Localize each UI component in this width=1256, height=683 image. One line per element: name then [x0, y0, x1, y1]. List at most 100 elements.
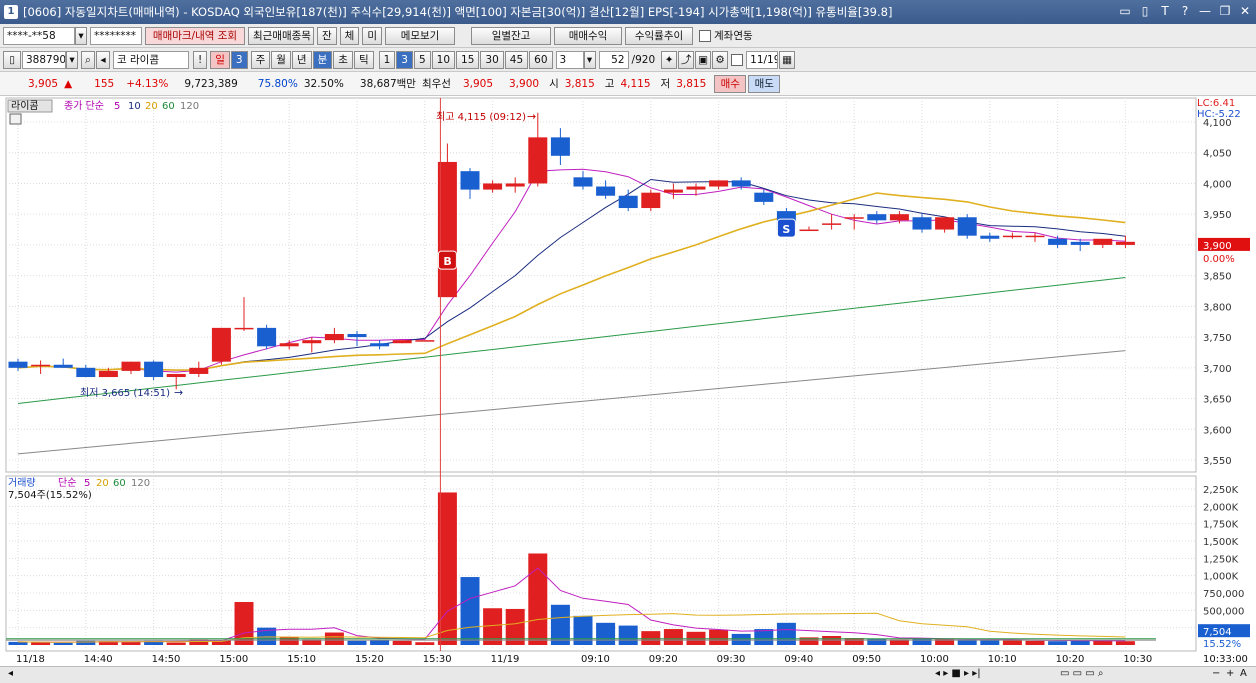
- candle-body: [324, 334, 344, 341]
- tab-jan[interactable]: 잔: [317, 26, 337, 45]
- speaker-icon[interactable]: ◂: [96, 50, 110, 69]
- restore-icon[interactable]: ❐: [1218, 4, 1232, 18]
- volume-bar: [166, 642, 186, 645]
- candle-body: [31, 364, 51, 367]
- stock-name-field[interactable]: 코 라이콤: [113, 50, 189, 69]
- close-icon[interactable]: ✕: [1238, 4, 1252, 18]
- price-tick-label: 3,700: [1203, 364, 1232, 375]
- candle-body: [1070, 241, 1090, 245]
- tab-tick[interactable]: 틱: [353, 50, 374, 69]
- minute-1[interactable]: 1: [378, 50, 396, 69]
- layout-icon[interactable]: ▭: [1118, 4, 1132, 18]
- trend-icon[interactable]: ⤴: [678, 50, 695, 69]
- candle-body: [889, 214, 909, 221]
- alert-button[interactable]: !: [193, 50, 208, 69]
- trade-mark-button[interactable]: 매매마크/내역 조회: [145, 26, 245, 45]
- minute-30[interactable]: 30: [480, 50, 504, 69]
- minute-3[interactable]: 3: [396, 50, 413, 69]
- tab-monthly[interactable]: 월: [271, 50, 291, 69]
- vol-ma-legend-60: 60: [113, 478, 126, 489]
- volume-bar: [731, 633, 751, 645]
- candle-body: [957, 217, 977, 236]
- trade-profit-button[interactable]: 매매수익: [554, 26, 623, 45]
- x-tick-label: 15:30: [423, 654, 452, 665]
- tab-mi[interactable]: 미: [362, 26, 383, 45]
- zoom-icons[interactable]: ▭ ▭ ▭ ⌕: [1060, 668, 1103, 679]
- plus-chart-icon[interactable]: ✦: [661, 50, 678, 69]
- auto-label[interactable]: A: [1240, 668, 1247, 679]
- window-number-icon: 1: [4, 5, 18, 19]
- volume-tick-label: 750,000: [1203, 589, 1244, 600]
- gear-icon[interactable]: ⚙: [712, 50, 729, 69]
- stock-chart[interactable]: 11/18 14:40 14:50 15:00 15:10 15:20 15:30 11/19…: [0, 96, 1256, 666]
- minute-5[interactable]: 5: [413, 50, 431, 69]
- code-dropdown-icon[interactable]: ▾: [66, 50, 78, 69]
- search-icon[interactable]: ⌕: [81, 50, 95, 69]
- minute-15[interactable]: 15: [456, 50, 480, 69]
- tab-che[interactable]: 체: [339, 26, 360, 45]
- candle-body: [550, 137, 570, 156]
- count-field[interactable]: 52: [598, 50, 629, 69]
- save-icon[interactable]: ▣: [695, 50, 712, 69]
- date-field[interactable]: 11/19: [746, 50, 779, 69]
- x-tick-label: 15:10: [287, 654, 316, 665]
- volume-tick-label: 1,500K: [1203, 537, 1239, 548]
- account-select[interactable]: ****-**58: [3, 26, 75, 45]
- minute-45[interactable]: 45: [504, 50, 529, 69]
- volume-tag-text: 7,504: [1203, 627, 1232, 638]
- calculator-icon[interactable]: [9, 113, 22, 125]
- stock-code-field[interactable]: 388790: [22, 50, 66, 69]
- minute-select[interactable]: 3: [555, 50, 584, 69]
- recent-trades-button[interactable]: 최근매매종목: [248, 26, 314, 45]
- ma-legend-60: 60: [162, 101, 175, 112]
- sell-button[interactable]: 매도: [748, 74, 781, 93]
- buy-button[interactable]: 매수: [714, 74, 747, 93]
- candle-body: [460, 171, 480, 190]
- candle-body: [709, 180, 729, 187]
- tab-second[interactable]: 초: [333, 50, 353, 69]
- candle-body: [144, 361, 164, 378]
- window-controls: ▭ ▯ T ? — ❐ ✕: [1118, 4, 1252, 18]
- date-checkbox[interactable]: [731, 53, 744, 66]
- calendar-icon[interactable]: ▦: [779, 50, 796, 69]
- menu-icon[interactable]: ▯: [3, 50, 21, 69]
- yield-trend-button[interactable]: 수익률추이: [625, 26, 694, 45]
- memo-button[interactable]: 메모보기: [385, 26, 456, 45]
- scroll-controls[interactable]: ◂ ▸ ■ ▸ ▸|: [935, 668, 981, 679]
- account-dropdown-icon[interactable]: ▾: [75, 26, 87, 45]
- total-count: /920: [631, 53, 656, 66]
- text-icon[interactable]: T: [1158, 4, 1172, 18]
- candle-body: [1115, 241, 1135, 245]
- daily-num-select[interactable]: 3: [230, 50, 248, 69]
- tab-minute[interactable]: 분: [312, 50, 333, 69]
- minute-60[interactable]: 60: [529, 50, 553, 69]
- account-link-checkbox[interactable]: [699, 29, 712, 42]
- toggle-icon[interactable]: ▯: [1138, 4, 1152, 18]
- candle-body: [618, 195, 638, 209]
- candle-body: [663, 189, 683, 193]
- vol-ma-legend-20: 20: [96, 478, 109, 489]
- tab-yearly[interactable]: 년: [291, 50, 312, 69]
- zoom-in-icon[interactable]: +: [1226, 668, 1234, 679]
- volume-bar: [483, 608, 503, 645]
- x-tick-label: 09:30: [717, 654, 746, 665]
- daily-balance-button[interactable]: 일별잔고: [471, 26, 552, 45]
- help-icon[interactable]: ?: [1178, 4, 1192, 18]
- volume-legend-ma-label: 단순: [58, 477, 76, 489]
- candle-body: [754, 192, 774, 202]
- candle-body: [234, 327, 254, 330]
- chart-window: 1 [0606] 자동일지차트(매매내역) - KOSDAQ 외국인보유[187…: [0, 0, 1256, 683]
- volume-tick-label: 500,000: [1203, 606, 1244, 617]
- minimize-icon[interactable]: —: [1198, 4, 1212, 18]
- minute-10[interactable]: 10: [431, 50, 456, 69]
- scroll-left-icon[interactable]: ◂: [8, 668, 13, 679]
- tab-weekly[interactable]: 주: [250, 50, 271, 69]
- price-change: 155: [94, 77, 115, 90]
- candle-body: [121, 361, 141, 371]
- tab-daily[interactable]: 일: [210, 50, 230, 69]
- minute-dropdown-icon[interactable]: ▾: [583, 50, 596, 69]
- x-tick-label: 10:10: [988, 654, 1017, 665]
- x-tick-label: 09:40: [784, 654, 813, 665]
- password-field[interactable]: ********: [90, 26, 142, 45]
- zoom-out-icon[interactable]: −: [1212, 668, 1220, 679]
